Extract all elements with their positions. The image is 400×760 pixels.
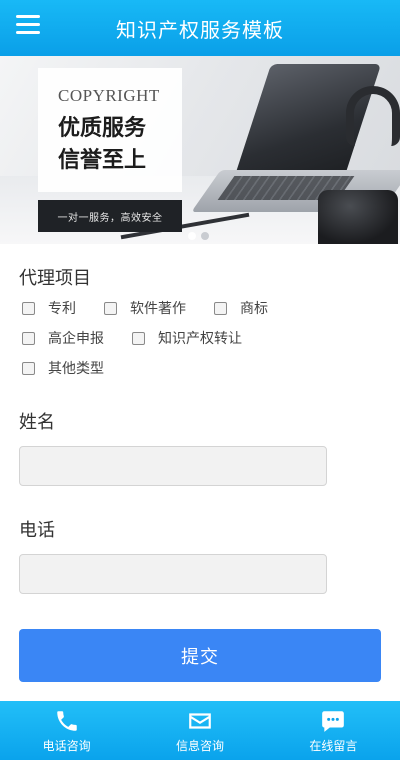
nav-item-chat[interactable]: 在线留言 <box>267 701 400 760</box>
submit-button[interactable]: 提交 <box>19 629 381 682</box>
carousel-dot-1[interactable] <box>188 232 196 240</box>
checkbox-label: 高企申报 <box>48 331 104 347</box>
banner-promo-card: COPYRIGHT 优质服务 信誉至上 一对一服务，高效安全 <box>38 68 182 244</box>
project-label: 代理项目 <box>19 268 91 289</box>
checkbox-label: 商标 <box>240 301 268 317</box>
phone-input[interactable] <box>19 554 327 594</box>
promo-card-top: COPYRIGHT 优质服务 信誉至上 <box>38 68 182 192</box>
banner-tagline: 一对一服务，高效安全 <box>38 200 182 232</box>
checkbox-trademark[interactable]: 商标 <box>214 298 268 318</box>
app-header: 知识产权服务模板 <box>0 0 400 56</box>
checkbox-box[interactable] <box>22 331 35 345</box>
carousel-dots <box>188 232 209 240</box>
checkbox-patent[interactable]: 专利 <box>22 298 76 318</box>
checkbox-ip-transfer[interactable]: 知识产权转让 <box>132 328 242 348</box>
checkbox-software-copyright[interactable]: 软件著作 <box>104 298 186 318</box>
checkbox-label: 知识产权转让 <box>158 331 242 347</box>
checkbox-box[interactable] <box>22 301 35 315</box>
nav-label-chat: 在线留言 <box>309 738 358 753</box>
phone-icon <box>56 710 77 731</box>
checkbox-box[interactable] <box>22 361 35 375</box>
nav-item-phone[interactable]: 电话咨询 <box>0 701 133 760</box>
hamburger-menu-icon[interactable] <box>16 15 40 35</box>
checkbox-row-3: 其他类型 <box>22 358 132 378</box>
chat-bubble-icon <box>322 710 345 732</box>
nav-item-message[interactable]: 信息咨询 <box>133 701 266 760</box>
checkbox-label: 其他类型 <box>48 361 104 377</box>
checkbox-row-2: 高企申报 知识产权转让 <box>22 328 270 348</box>
carousel-dot-2[interactable] <box>201 232 209 240</box>
bottom-nav: 电话咨询 信息咨询 在线留言 <box>0 701 400 760</box>
phone-label: 电话 <box>19 520 55 541</box>
checkbox-box[interactable] <box>104 301 117 315</box>
checkbox-high-tech[interactable]: 高企申报 <box>22 328 104 348</box>
banner-title-cn-line1: 优质服务 <box>58 115 147 141</box>
checkbox-box[interactable] <box>132 331 145 345</box>
nav-label-phone: 电话咨询 <box>42 738 91 753</box>
name-input[interactable] <box>19 446 327 486</box>
banner-cup-image <box>318 190 398 244</box>
checkbox-box[interactable] <box>214 301 227 315</box>
checkbox-row-1: 专利 软件著作 商标 <box>22 298 296 318</box>
banner-title-en: COPYRIGHT <box>58 86 160 105</box>
banner-headphones-image <box>346 86 400 146</box>
nav-label-message: 信息咨询 <box>175 738 224 753</box>
mail-icon <box>189 712 211 729</box>
checkbox-other[interactable]: 其他类型 <box>22 358 104 378</box>
banner-carousel[interactable]: COPYRIGHT 优质服务 信誉至上 一对一服务，高效安全 <box>0 56 400 244</box>
checkbox-label: 专利 <box>48 301 76 317</box>
name-label: 姓名 <box>19 412 55 433</box>
banner-title-cn-line2: 信誉至上 <box>58 147 147 173</box>
checkbox-label: 软件著作 <box>130 301 186 317</box>
page-title: 知识产权服务模板 <box>116 17 284 42</box>
